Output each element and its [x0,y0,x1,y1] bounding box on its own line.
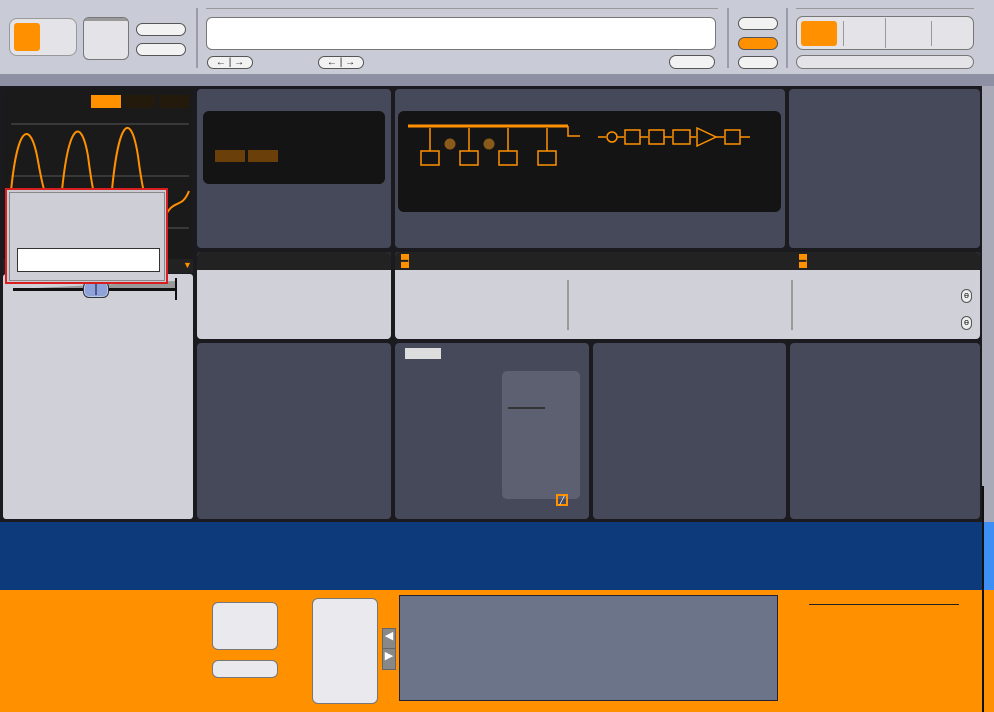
filter-header: ━ ━ [395,252,980,270]
scene-strip [0,74,994,86]
tune-button[interactable] [738,37,778,50]
mode-dual[interactable] [84,20,128,21]
mpe-button[interactable] [738,17,778,30]
bend-down-value[interactable] [215,150,245,162]
lfo-shape-list [312,598,378,704]
scene-pitch-header [197,252,391,270]
waveshaper-curve-icon[interactable]: ╱ [556,494,568,506]
step-next-icon[interactable]: ▶ [383,649,395,662]
side-tab-scene[interactable] [982,486,994,522]
filter2-type-off[interactable]: ━ [799,254,808,268]
category-nav[interactable]: ← | → [207,56,253,69]
oscillator-params [3,274,193,519]
scene-pitch-panel [197,252,391,339]
routing-display [398,111,781,212]
fm-filter-config-panel [395,89,785,248]
fx-bypass-off[interactable] [801,21,837,46]
f2-cutoff-link-icon[interactable]: ɵ [961,289,972,303]
bend-polymode-panel [197,89,391,248]
step-sequencer[interactable] [399,595,778,701]
modulation-section: ◀ ▶ [0,590,982,712]
divider [206,8,718,9]
keytrack-waveshaper-panel: ╱ [395,343,589,519]
side-tab-modulation[interactable] [982,590,994,712]
output-panel [789,89,980,248]
filter-eg-panel [593,343,786,519]
fx-bypass-all[interactable] [931,21,971,46]
filter2-type-selector[interactable]: ━ [799,254,808,268]
filters-panel: ━ ━ ɵ ɵ [395,252,980,339]
waveshaper-section: ╱ [502,371,580,506]
divider [791,280,793,330]
bend-polymode-display [203,111,385,184]
osc-type-dropdown-icon[interactable]: ▼ [183,260,192,270]
patch-display[interactable] [206,17,716,50]
split-value[interactable] [136,23,186,36]
prev-category-icon[interactable]: ← [216,57,226,68]
scene-selector [9,18,77,56]
waveshaper-type-list [508,407,545,409]
keytrack-root[interactable] [405,348,441,359]
header: ← | → ← | → [0,0,994,74]
divider [786,8,788,68]
slider-end-tick [175,278,177,300]
osc-tab-1[interactable] [91,95,121,108]
patch-nav[interactable]: ← | → [318,56,364,69]
zoom-button[interactable] [738,56,778,69]
scene-b-button[interactable] [46,23,72,51]
side-tab-route[interactable] [982,522,994,590]
divider [196,8,198,68]
prev-patch-icon[interactable]: ← [327,57,337,68]
tooltip-value-input[interactable] [17,248,160,272]
fx-bypass-send[interactable] [843,21,883,46]
scene-area: ▼ ━ ━ ɵ ɵ ╱ [0,86,982,522]
store-button[interactable] [669,55,715,69]
divider [567,280,569,330]
routing-section [0,522,982,590]
osc-tab-2[interactable] [125,95,155,108]
step-prev-icon[interactable]: ◀ [383,629,395,649]
filter1-type-off[interactable]: ━ [401,254,410,268]
lfo-trigger-mode [212,602,278,650]
divider [727,8,729,68]
step-seq-nav: ◀ ▶ [382,628,396,670]
next-patch-icon[interactable]: → [345,57,355,68]
bend-up-value[interactable] [248,150,278,162]
next-category-icon[interactable]: → [234,57,244,68]
character-selector [796,55,974,69]
fm-routing-diagram [408,124,750,166]
f2-resonance-link-icon[interactable]: ɵ [961,316,972,330]
osc-tab-3[interactable] [159,95,189,108]
mixer-panel [197,343,391,519]
scene-mode-list [83,17,129,60]
fx-bypass-selector [796,16,974,50]
scene-a-button[interactable] [14,23,40,51]
amp-eg-panel [790,343,980,519]
filter1-type-selector[interactable]: ━ [401,254,410,268]
fx-bypass-send-master[interactable] [885,18,929,48]
lfo-eg-header [809,596,959,605]
unipolar-button[interactable] [212,660,278,678]
divider [796,8,974,9]
poly-count [136,43,186,56]
modulation-tooltip [5,188,168,284]
